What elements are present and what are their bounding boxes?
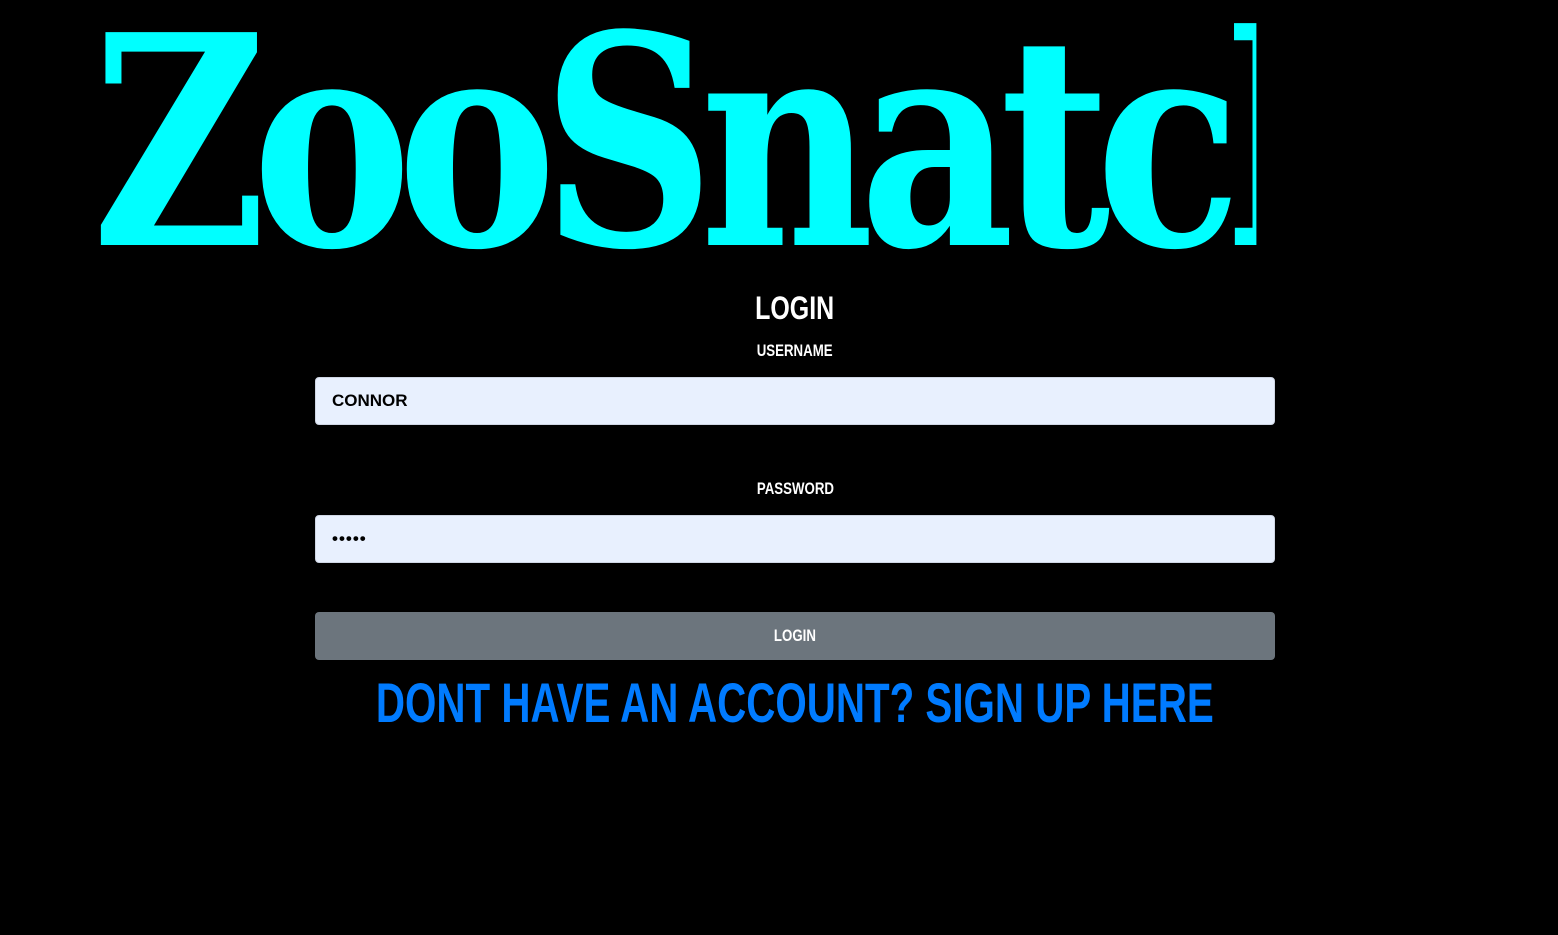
password-input[interactable]	[315, 515, 1275, 563]
signup-link[interactable]: DONT HAVE AN ACCOUNT? SIGN UP HERE	[0, 670, 1558, 737]
password-label: PASSWORD	[0, 478, 1558, 500]
login-button-label: LOGIN	[774, 626, 816, 645]
login-button[interactable]: LOGIN	[315, 612, 1275, 660]
brand-title: ZooSnatch	[92, 8, 1256, 278]
login-heading: LOGIN	[0, 288, 1558, 328]
login-heading-text: LOGIN	[755, 290, 835, 326]
username-label-text: USERNAME	[757, 341, 833, 360]
password-label-text: PASSWORD	[756, 479, 834, 498]
signup-link-text: DONT HAVE AN ACCOUNT? SIGN UP HERE	[376, 671, 1214, 734]
username-label: USERNAME	[0, 340, 1558, 362]
username-input[interactable]	[315, 377, 1275, 425]
